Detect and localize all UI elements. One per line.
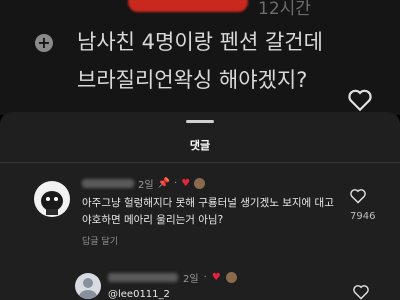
like-count: 7946 bbox=[350, 211, 376, 222]
creator-heart-icon: ♥ bbox=[181, 178, 191, 189]
default-avatar-icon bbox=[79, 278, 97, 299]
like-heart-icon[interactable] bbox=[352, 284, 370, 300]
post-text-line-2: 브라질리언왁싱 해야겠지? bbox=[77, 68, 308, 92]
sheet-grab-handle[interactable] bbox=[186, 120, 214, 123]
cartoon-avatar-icon bbox=[41, 191, 63, 215]
dot-icon: · bbox=[174, 178, 178, 189]
reply-button[interactable]: 답글 달기 bbox=[82, 234, 118, 247]
avatar[interactable] bbox=[75, 273, 101, 299]
avatar[interactable] bbox=[34, 181, 70, 217]
dot-icon: · bbox=[203, 272, 207, 283]
comment-meta: 2일 · ♥ bbox=[108, 270, 237, 285]
post-time: 12시간 bbox=[258, 0, 311, 19]
comments-sheet: 댓글 2일 📌 · ♥ 아주그냥 헐렁해지다 못해 구룡터널 생기겠노 보지에 … bbox=[0, 112, 400, 300]
comment-text: 아주그냥 헐렁해지다 못해 구룡터널 생기겠노 보지에 대고 야호하면 메아리 … bbox=[82, 197, 334, 226]
pin-icon: 📌 bbox=[157, 178, 171, 189]
comment-age: 2일 bbox=[138, 180, 154, 191]
sheet-title: 댓글 bbox=[189, 139, 211, 152]
post-background: 12시간 + 남사친 4명이랑 펜션 갈건데 브라질리언왁싱 해야겠지? bbox=[0, 0, 400, 115]
creator-avatar bbox=[225, 272, 237, 283]
divider bbox=[0, 162, 400, 163]
redacted-username bbox=[128, 0, 248, 12]
like-heart-icon[interactable] bbox=[349, 188, 367, 204]
redacted-username bbox=[82, 179, 134, 188]
comment-meta: 2일 📌 · ♥ bbox=[82, 176, 206, 191]
comment-age: 2일 bbox=[183, 274, 199, 285]
redacted-username bbox=[108, 273, 178, 282]
creator-avatar bbox=[194, 178, 206, 189]
creator-heart-icon: ♥ bbox=[211, 272, 221, 283]
plus-icon[interactable]: + bbox=[35, 34, 53, 52]
post-text-line-1: 남사친 4명이랑 펜션 갈건데 bbox=[77, 30, 323, 54]
heart-outline-icon[interactable] bbox=[347, 88, 373, 112]
comment-mention[interactable]: @lee0111_2 bbox=[108, 289, 170, 300]
